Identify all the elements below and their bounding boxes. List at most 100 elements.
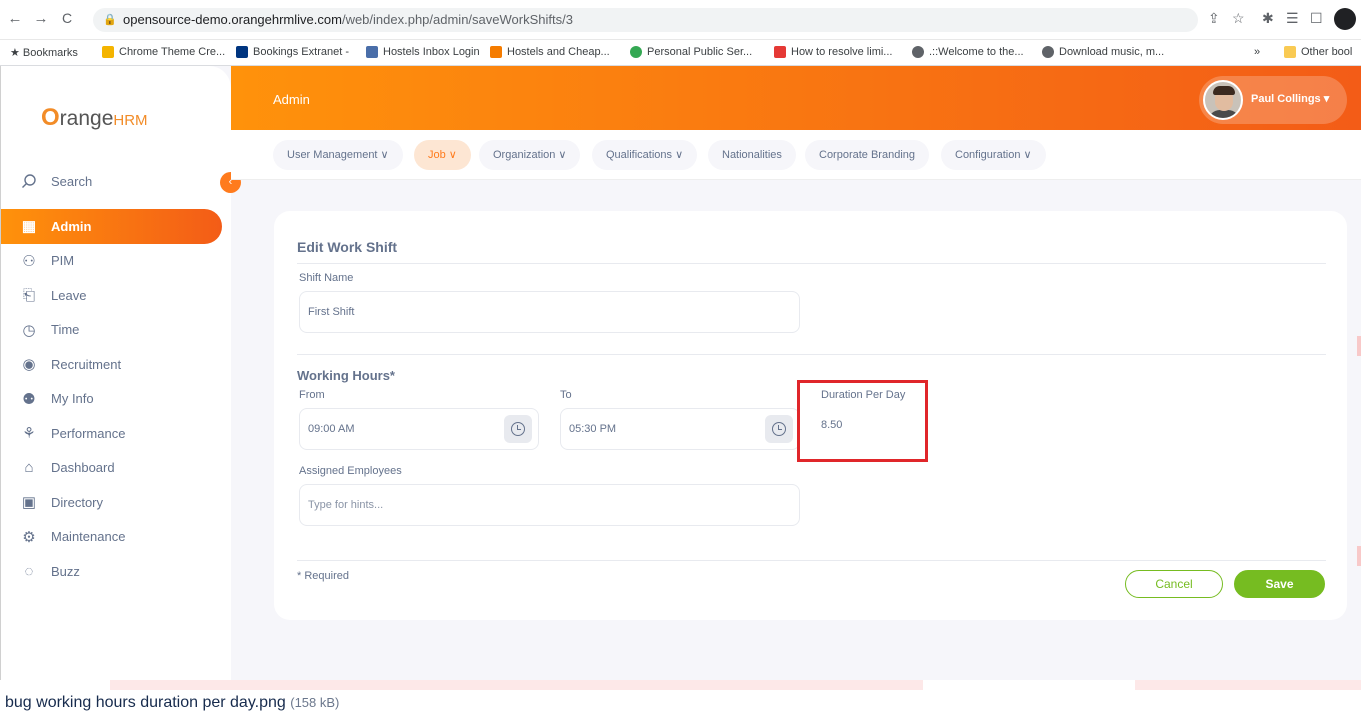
- highlight-strip: [110, 680, 923, 690]
- app-frame: OrangeHRM Search ‹ ▦ Admin ⚇ PIM ⎗ Leave ◷ T…: [0, 66, 1361, 680]
- sidebar-item-dashboard[interactable]: ⌂ Dashboard: [1, 451, 231, 486]
- tab-user-management[interactable]: User Management ∨: [273, 140, 403, 170]
- required-note: * Required: [297, 570, 349, 582]
- save-button[interactable]: Save: [1234, 570, 1325, 598]
- extensions-icon[interactable]: ✱: [1262, 10, 1274, 27]
- bookmark-favicon: [630, 46, 642, 58]
- sidebar-item-pim[interactable]: ⚇ PIM: [1, 244, 231, 279]
- bookmark-item[interactable]: How to resolve limi...: [774, 46, 892, 58]
- url-domain: opensource-demo.orangehrmlive.com: [123, 12, 342, 27]
- bookmark-item[interactable]: Personal Public Ser...: [630, 46, 752, 58]
- admin-subnav: User Management ∨ Job ∨ Organization ∨ Q…: [231, 130, 1361, 180]
- globe-icon: [1042, 46, 1054, 58]
- working-hours-label: Working Hours*: [297, 368, 395, 383]
- footer-divider: [297, 560, 1326, 561]
- share-icon[interactable]: ⇪: [1208, 10, 1220, 27]
- user-name: Paul Collings ▾: [1251, 93, 1330, 105]
- tab-qualifications[interactable]: Qualifications ∨: [592, 140, 698, 170]
- bookmark-star-icon[interactable]: ☆: [1232, 10, 1245, 27]
- other-bookmarks[interactable]: Other bool: [1284, 46, 1352, 58]
- bookmark-item[interactable]: ★ Bookmarks: [10, 46, 78, 59]
- bookmark-item[interactable]: Hostels Inbox Login: [366, 46, 480, 58]
- pim-icon: ⚇: [22, 252, 36, 270]
- from-time-input[interactable]: 09:00 AM: [299, 408, 539, 450]
- time-icon: ◷: [22, 321, 36, 339]
- sidebar-item-recruitment[interactable]: ◉ Recruitment: [1, 347, 231, 382]
- globe-icon: [912, 46, 924, 58]
- bookmark-item[interactable]: Download music, m...: [1042, 46, 1164, 58]
- address-bar[interactable]: 🔒 opensource-demo.orangehrmlive.com/web/…: [93, 8, 1198, 32]
- buzz-icon: ◌: [24, 562, 34, 580]
- url-path: /web/index.php/admin/saveWorkShifts/3: [341, 12, 573, 27]
- assigned-employees-label: Assigned Employees: [299, 465, 402, 477]
- reload-icon[interactable]: C: [58, 10, 76, 26]
- sidebar-menu: ▦ Admin ⚇ PIM ⎗ Leave ◷ Time ◉ Recruitment ⚉ M…: [1, 209, 231, 589]
- sidebar-item-performance[interactable]: ⚘ Performance: [1, 416, 231, 451]
- bookmarks-bar: ★ Bookmarks Chrome Theme Cre... Bookings…: [0, 40, 1361, 66]
- sidebar-item-leave[interactable]: ⎗ Leave: [1, 278, 231, 313]
- bookmark-item[interactable]: Hostels and Cheap...: [490, 46, 610, 58]
- directory-icon: ▣: [21, 494, 37, 512]
- sidebar-item-buzz[interactable]: ◌ Buzz: [1, 554, 231, 589]
- tab-nationalities[interactable]: Nationalities: [708, 140, 796, 170]
- edge-highlight: [1357, 546, 1361, 566]
- title-divider: [297, 263, 1326, 264]
- sidebar-item-my-info[interactable]: ⚉ My Info: [1, 382, 231, 417]
- recruitment-icon: ◉: [22, 356, 36, 374]
- attachment-size: (158 kB): [290, 695, 340, 710]
- browser-toolbar: ← → C 🔒 opensource-demo.orangehrmlive.co…: [0, 0, 1361, 40]
- shift-name-label: Shift Name: [299, 272, 354, 284]
- highlight-strip: [1135, 680, 1361, 690]
- bookmark-item[interactable]: .::Welcome to the...: [912, 46, 1024, 58]
- tab-corporate-branding[interactable]: Corporate Branding: [805, 140, 930, 170]
- leave-icon: ⎗: [22, 286, 35, 304]
- search-label: Search: [51, 173, 93, 189]
- from-label: From: [299, 389, 325, 401]
- side-panel-icon[interactable]: ☐: [1310, 10, 1323, 27]
- form-title: Edit Work Shift: [297, 239, 398, 255]
- lock-icon: 🔒: [103, 14, 117, 26]
- to-time-input[interactable]: 05:30 PM: [560, 408, 800, 450]
- to-clock-button[interactable]: [765, 415, 793, 443]
- clock-icon: [511, 422, 525, 436]
- sidebar-search[interactable]: Search: [21, 173, 92, 189]
- sidebar-item-maintenance[interactable]: ⚙ Maintenance: [1, 520, 231, 555]
- sidebar: OrangeHRM Search ‹ ▦ Admin ⚇ PIM ⎗ Leave ◷ T…: [1, 66, 241, 680]
- attachment-caption[interactable]: bug working hours duration per day.png (…: [5, 694, 339, 712]
- tab-job[interactable]: Job ∨: [414, 140, 471, 170]
- reading-list-icon[interactable]: ☰: [1286, 10, 1299, 27]
- bookmark-favicon: [774, 46, 786, 58]
- bookmark-favicon: [366, 46, 378, 58]
- folder-icon: [1284, 46, 1296, 58]
- search-icon: [22, 174, 36, 188]
- from-clock-button[interactable]: [504, 415, 532, 443]
- bookmark-item[interactable]: Bookings Extranet -: [236, 46, 349, 58]
- top-header: Admin Paul Collings ▾: [231, 66, 1361, 130]
- profile-icon[interactable]: [1334, 8, 1356, 30]
- forward-icon[interactable]: →: [32, 10, 50, 27]
- sidebar-item-admin[interactable]: ▦ Admin: [1, 209, 222, 244]
- edge-highlight: [1357, 336, 1361, 356]
- page-title: Admin: [273, 92, 310, 107]
- user-dropdown[interactable]: Paul Collings ▾: [1199, 76, 1347, 124]
- sidebar-item-time[interactable]: ◷ Time: [1, 313, 231, 348]
- attachment-filename[interactable]: bug working hours duration per day.png: [5, 694, 286, 711]
- tab-configuration[interactable]: Configuration ∨: [941, 140, 1046, 170]
- clock-icon: [772, 422, 786, 436]
- assigned-employees-input[interactable]: Type for hints...: [299, 484, 800, 526]
- bookmarks-overflow-button[interactable]: »: [1254, 46, 1260, 58]
- bookmark-item[interactable]: Chrome Theme Cre...: [102, 46, 225, 58]
- maintenance-icon: ⚙: [22, 528, 36, 546]
- sidebar-item-directory[interactable]: ▣ Directory: [1, 485, 231, 520]
- tab-organization[interactable]: Organization ∨: [479, 140, 581, 170]
- orangehrm-logo[interactable]: OrangeHRM: [41, 104, 148, 132]
- section-divider: [297, 354, 1326, 355]
- cancel-button[interactable]: Cancel: [1125, 570, 1223, 598]
- dashboard-icon: ⌂: [24, 459, 34, 477]
- bookmark-favicon: [102, 46, 114, 58]
- performance-icon: ⚘: [22, 425, 36, 443]
- admin-icon: ▦: [21, 218, 37, 236]
- shift-name-input[interactable]: First Shift: [299, 291, 800, 333]
- back-icon[interactable]: ←: [6, 10, 24, 27]
- bookmark-favicon: [490, 46, 502, 58]
